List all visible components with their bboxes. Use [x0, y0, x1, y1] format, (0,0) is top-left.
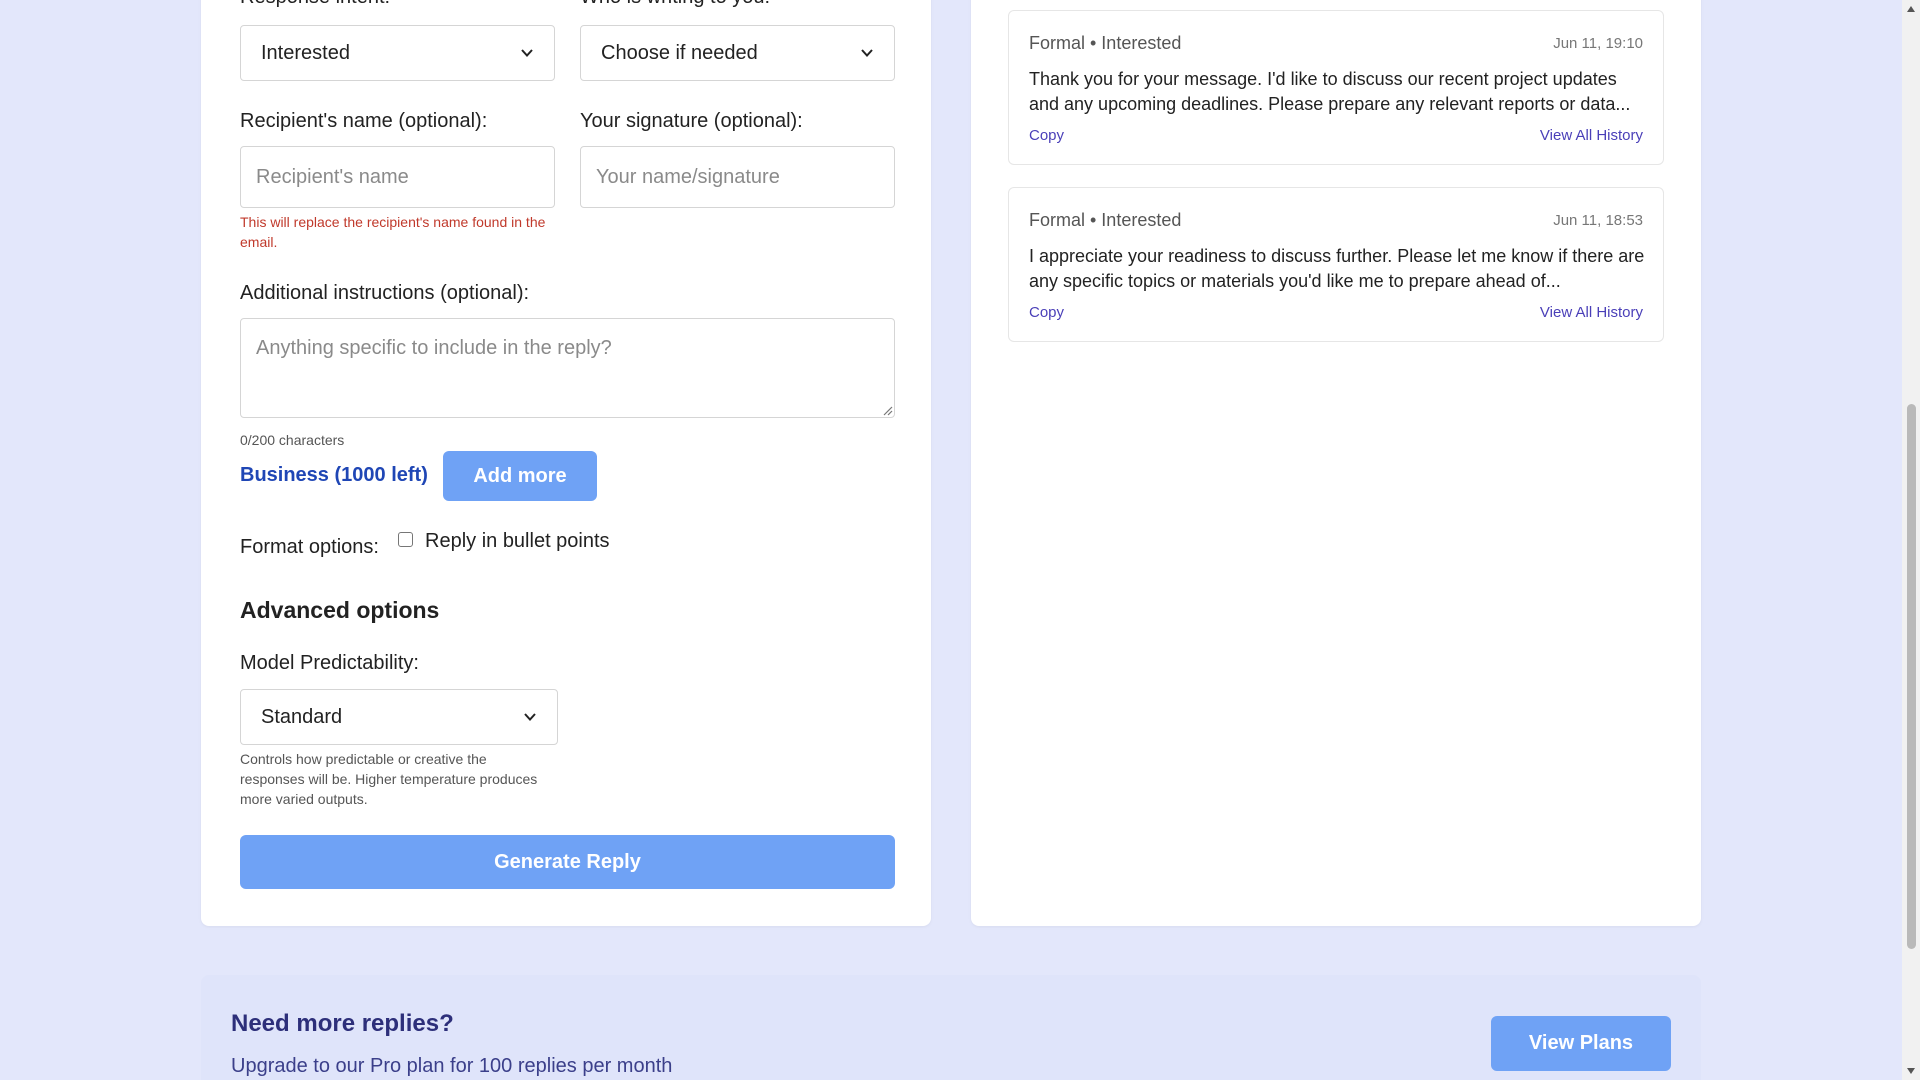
scroll-up-arrow-icon[interactable] — [1906, 4, 1916, 14]
history-item-meta: Formal • Interested — [1029, 210, 1182, 230]
model-predictability-hint: Controls how predictable or creative the… — [240, 751, 538, 807]
who-writing-label: Who is writing to you: — [580, 0, 770, 9]
chevron-down-icon — [524, 713, 536, 721]
who-writing-select[interactable]: Choose if needed — [580, 25, 895, 81]
bullet-points-checkbox[interactable] — [398, 532, 413, 547]
model-predictability-select[interactable]: Standard — [240, 689, 558, 745]
view-plans-button[interactable]: View Plans — [1491, 1016, 1671, 1071]
copy-link[interactable]: Copy — [1029, 304, 1064, 321]
recipient-name-hint: This will replace the recipient's name f… — [240, 214, 546, 250]
history-item: Formal • Interested Jun 11, 18:53 I appr… — [1008, 187, 1664, 342]
scroll-thumb[interactable] — [1907, 404, 1916, 949]
model-predictability-label: Model Predictability: — [240, 652, 419, 674]
chevron-down-icon — [521, 49, 533, 57]
history-item-time: Jun 11, 19:10 — [1553, 35, 1643, 52]
instructions-label: Additional instructions (optional): — [240, 282, 530, 304]
resize-grip-icon[interactable] — [881, 404, 893, 416]
bullet-points-label[interactable]: Reply in bullet points — [425, 530, 610, 553]
history-item-meta: Formal • Interested — [1029, 33, 1182, 53]
character-count: 0/200 characters — [240, 432, 345, 448]
upsell-title: Need more replies? — [231, 1010, 454, 1037]
signature-input[interactable] — [580, 146, 895, 208]
who-writing-value: Choose if needed — [601, 41, 758, 64]
history-item: Formal • Interested Jun 11, 19:10 Thank … — [1008, 10, 1664, 165]
add-more-button[interactable]: Add more — [443, 451, 597, 501]
history-item-body: I appreciate your readiness to discuss f… — [1029, 246, 1645, 291]
view-all-history-link[interactable]: View All History — [1540, 127, 1643, 144]
chevron-down-icon — [861, 49, 873, 57]
scrollbar[interactable] — [1902, 0, 1920, 1080]
format-options-label: Format options: — [240, 536, 379, 558]
history-item-body: Thank you for your message. I'd like to … — [1029, 69, 1631, 114]
response-intent-label: Response intent: — [240, 0, 390, 9]
view-all-history-link[interactable]: View All History — [1540, 304, 1643, 321]
model-predictability-value: Standard — [261, 705, 343, 728]
response-intent-select[interactable]: Interested — [240, 25, 555, 81]
copy-link[interactable]: Copy — [1029, 127, 1064, 144]
history-item-time: Jun 11, 18:53 — [1553, 212, 1643, 229]
generate-reply-button[interactable]: Generate Reply — [240, 835, 895, 889]
signature-label: Your signature (optional): — [580, 110, 803, 132]
response-intent-value: Interested — [261, 41, 350, 64]
recipient-name-input[interactable] — [240, 146, 555, 208]
instructions-textarea[interactable] — [240, 318, 895, 418]
plan-status: Business (1000 left) — [240, 464, 428, 486]
scroll-down-arrow-icon[interactable] — [1906, 1066, 1916, 1076]
recipient-name-label: Recipient's name (optional): — [240, 110, 488, 132]
upsell-subtitle: Upgrade to our Pro plan for 100 replies … — [231, 1055, 673, 1077]
advanced-options-heading: Advanced options — [240, 597, 440, 623]
